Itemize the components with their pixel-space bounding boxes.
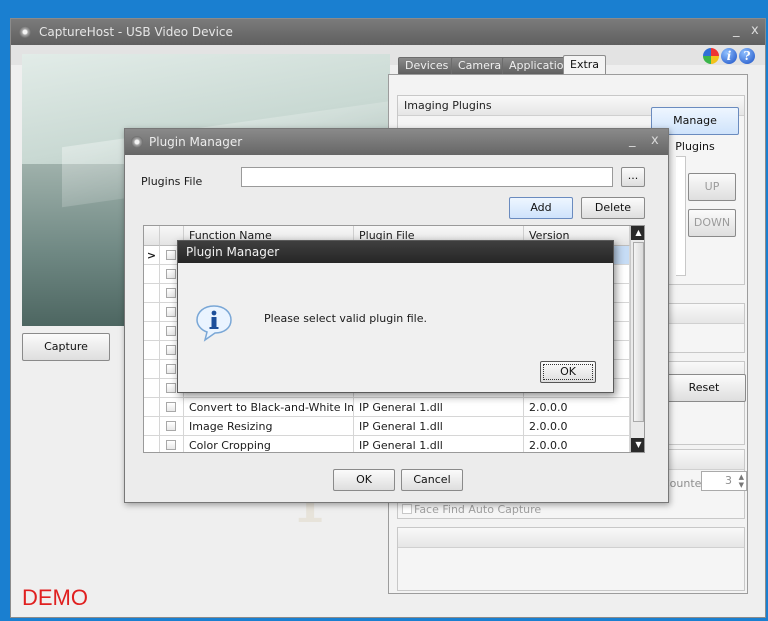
reset-button[interactable]: Reset bbox=[662, 374, 746, 402]
spin-arrows-icon[interactable]: ▲ ▼ bbox=[739, 473, 744, 489]
down-button[interactable]: DOWN bbox=[688, 209, 736, 237]
row-indicator[interactable] bbox=[144, 436, 160, 452]
cell-version[interactable]: 2.0.0.0 bbox=[524, 436, 630, 452]
scroll-down-icon[interactable]: ▼ bbox=[631, 438, 644, 452]
row-indicator[interactable] bbox=[144, 303, 160, 322]
dialog-app-icon bbox=[131, 136, 143, 148]
add-button[interactable]: Add bbox=[509, 197, 573, 219]
message-box: Plugin Manager Please select valid plugi… bbox=[177, 240, 614, 393]
help-icon[interactable]: ? bbox=[739, 48, 755, 64]
cell-plugin-file[interactable]: IP General 1.dll bbox=[354, 436, 524, 452]
row-checkbox[interactable] bbox=[166, 421, 176, 431]
row-checkbox[interactable] bbox=[166, 288, 176, 298]
message-box-title-bar[interactable]: Plugin Manager bbox=[178, 241, 613, 263]
row-checkbox[interactable] bbox=[166, 383, 176, 393]
row-indicator[interactable] bbox=[144, 360, 160, 379]
cell-plugin-file[interactable]: IP General 1.dll bbox=[354, 417, 524, 436]
face-find-label: Face Find Auto Capture bbox=[414, 503, 542, 516]
face-find-checkbox[interactable] bbox=[402, 504, 412, 514]
row-checkbox[interactable] bbox=[166, 402, 176, 412]
browse-button[interactable]: ... bbox=[621, 167, 645, 187]
info-icon[interactable]: i bbox=[721, 48, 737, 64]
minimize-button[interactable]: _ bbox=[733, 23, 740, 38]
row-checkbox[interactable] bbox=[166, 250, 176, 260]
tab-extra[interactable]: Extra bbox=[563, 55, 607, 75]
row-indicator[interactable] bbox=[144, 379, 160, 398]
row-indicator[interactable] bbox=[144, 284, 160, 303]
row-indicator[interactable] bbox=[144, 417, 160, 436]
scroll-thumb[interactable] bbox=[633, 242, 644, 422]
grid-scrollbar[interactable]: ▲ ▼ bbox=[630, 226, 644, 452]
dialog-ok-button[interactable]: OK bbox=[333, 469, 395, 491]
cell-function-name[interactable]: Convert to Black-and-White Image bbox=[184, 398, 354, 417]
app-icon bbox=[19, 26, 31, 38]
message-ok-button[interactable]: OK bbox=[540, 361, 596, 383]
tab-devices[interactable]: Devices bbox=[398, 57, 456, 75]
row-checkbox[interactable] bbox=[166, 307, 176, 317]
cell-version[interactable]: 2.0.0.0 bbox=[524, 398, 630, 417]
plugins-file-label: Plugins File bbox=[141, 175, 203, 188]
color-wheel-icon[interactable] bbox=[703, 48, 719, 64]
cell-function-name[interactable]: Image Resizing bbox=[184, 417, 354, 436]
dialog-cancel-button[interactable]: Cancel bbox=[401, 469, 463, 491]
cell-plugin-file[interactable]: IP General 1.dll bbox=[354, 398, 524, 417]
demo-label: DEMO bbox=[22, 585, 88, 610]
row-checkbox[interactable] bbox=[166, 326, 176, 336]
window-title: CaptureHost - USB Video Device bbox=[39, 25, 233, 39]
row-checkbox[interactable] bbox=[166, 345, 176, 355]
row-checkbox[interactable] bbox=[166, 269, 176, 279]
row-indicator[interactable] bbox=[144, 265, 160, 284]
row-indicator[interactable] bbox=[144, 322, 160, 341]
capture-button[interactable]: Capture bbox=[22, 333, 110, 361]
row-checkbox[interactable] bbox=[166, 440, 176, 450]
information-icon bbox=[196, 305, 232, 342]
cell-function-name[interactable]: Color Cropping bbox=[184, 436, 354, 452]
extra-bottom-group bbox=[397, 527, 745, 591]
tab-camera[interactable]: Camera bbox=[451, 57, 509, 75]
message-text: Please select valid plugin file. bbox=[264, 312, 427, 325]
counter-value: 3 bbox=[725, 474, 732, 487]
delete-button[interactable]: Delete bbox=[581, 197, 645, 219]
up-button[interactable]: UP bbox=[688, 173, 736, 201]
scroll-up-icon[interactable]: ▲ bbox=[631, 226, 644, 240]
message-box-title: Plugin Manager bbox=[186, 245, 280, 259]
plugins-file-input[interactable] bbox=[241, 167, 613, 187]
plugin-manager-title-bar[interactable]: Plugin Manager _ x bbox=[125, 129, 668, 155]
cell-version[interactable]: 2.0.0.0 bbox=[524, 417, 630, 436]
plugin-manager-title: Plugin Manager bbox=[149, 135, 243, 149]
row-indicator[interactable]: > bbox=[144, 246, 160, 265]
counter-stepper[interactable]: 3 ▲ ▼ bbox=[701, 471, 747, 491]
main-title-bar[interactable]: CaptureHost - USB Video Device _ x bbox=[11, 19, 765, 45]
dialog-close-button[interactable]: x bbox=[651, 133, 659, 148]
dialog-minimize-button[interactable]: _ bbox=[629, 133, 636, 148]
row-indicator[interactable] bbox=[144, 398, 160, 417]
close-button[interactable]: x bbox=[751, 23, 759, 38]
row-indicator[interactable] bbox=[144, 341, 160, 360]
message-ok-label: OK bbox=[560, 365, 576, 378]
row-checkbox[interactable] bbox=[166, 364, 176, 374]
